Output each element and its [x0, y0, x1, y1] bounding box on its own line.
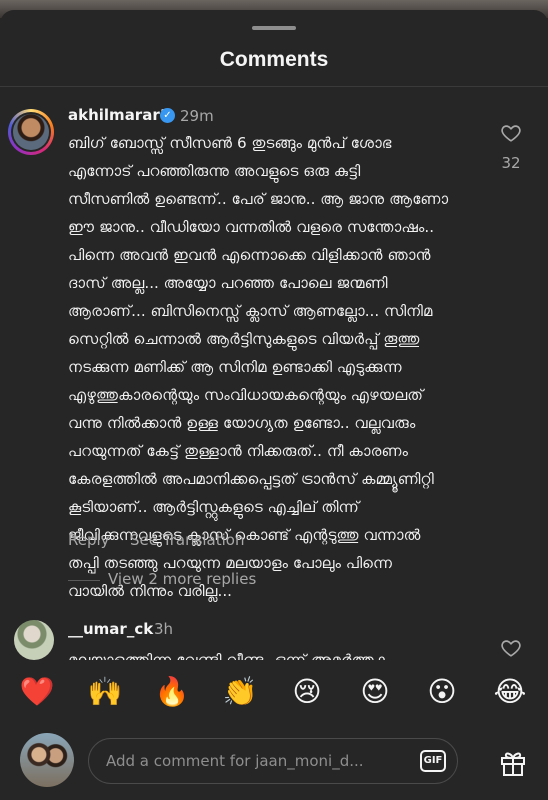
- comment-line: ആരാണ്... ബിസിനെസ്സ് ക്ലാസ് ആണല്ലോ... സിന…: [68, 302, 433, 320]
- comment-username[interactable]: __umar_ck: [68, 620, 153, 638]
- avatar[interactable]: [14, 620, 54, 660]
- reaction-heart-emoji[interactable]: ❤️: [17, 672, 57, 712]
- reaction-crying-emoji[interactable]: 😢: [287, 672, 327, 712]
- comment-line: സെറ്റിൽ ചെന്നാൽ ആർട്ടിസുകളുടെ വിയർപ്പ് ത…: [68, 330, 420, 348]
- comment-input[interactable]: [104, 751, 398, 771]
- avatar[interactable]: [8, 109, 54, 155]
- comment-line: സീസണിൽ ഉണ്ടെന്ന്.. പേര് ജാനു.. ആ ജാനു ആണ…: [68, 190, 449, 208]
- comment-line: എഴുത്തുകാരന്റെയും സംവിധായകന്റെയും എഴയലത്: [68, 386, 424, 404]
- comment-line: നടക്കുന്ന മണിക്ക് ആ സിനിമ ഉണ്ടാക്കി എടുക…: [68, 358, 402, 376]
- comment-line: കൂടിയാണ്.. ആർട്ടിസ്റ്റുകളുടെ എച്ചില് തിന…: [68, 498, 360, 516]
- comment-time: 29m: [180, 107, 214, 125]
- reaction-laughing-emoji[interactable]: 😂: [490, 672, 530, 712]
- reaction-heart-eyes-emoji[interactable]: 😍: [355, 672, 395, 712]
- gift-icon[interactable]: [498, 747, 528, 777]
- verified-badge-icon: ✓: [160, 108, 175, 123]
- comment-input-box[interactable]: GIF: [88, 738, 458, 784]
- reaction-surprised-emoji[interactable]: 😮: [422, 672, 462, 712]
- heart-icon[interactable]: [500, 122, 522, 144]
- avatar-photo: [13, 114, 49, 150]
- comment-line: എന്നോട് പറഞ്ഞിരുന്നു അവളുടെ ഒരു കുട്ടി: [68, 162, 361, 180]
- header-divider: [0, 86, 548, 87]
- comment-text: മലയാളത്തിന്ന വേണ്ടി വീണ്ടും ഒന്ന് അമർത്ത…: [68, 651, 389, 660]
- view-more-replies-button[interactable]: View 2 more replies: [108, 570, 256, 588]
- comment-line: പിന്നെ അവൻ ഇവൻ എന്നൊക്കെ വിളിക്കാൻ ഞാൻ: [68, 246, 431, 264]
- reaction-fire-emoji[interactable]: 🔥: [152, 672, 192, 712]
- see-translation-button[interactable]: See Translation: [130, 531, 244, 549]
- comment-line: ഈ ജാനു.. വീഡിയോ വന്നതിൽ വളരെ സന്തോഷം..: [68, 218, 435, 236]
- gif-button[interactable]: GIF: [420, 750, 446, 772]
- page-title: Comments: [219, 48, 329, 71]
- heart-icon[interactable]: [500, 637, 522, 659]
- comment-line: പറയുന്നത് കേട്ട് തുള്ളാൻ നിക്കരുത്.. നീ …: [68, 442, 408, 460]
- my-avatar: [20, 733, 74, 787]
- reaction-raised-hands-emoji[interactable]: 🙌: [85, 672, 125, 712]
- drag-handle[interactable]: [252, 26, 296, 30]
- comment-line: ദാസ് അല്ല... അയ്യോ പറഞ്ഞ പോലെ ജന്മണി: [68, 274, 388, 292]
- comment-username[interactable]: akhilmarar1: [68, 106, 170, 124]
- comment-line: കേരളത്തിൽ അപമാനിക്കപ്പെട്ടത് ട്രാൻസ് കമ്…: [68, 470, 434, 488]
- reply-button[interactable]: Reply: [68, 531, 110, 549]
- comment-line: വന്നു നിൽക്കാൻ ഉള്ള യോഗ്യത ഉണ്ടോ.. വല്ലവ…: [68, 414, 416, 432]
- reaction-clap-emoji[interactable]: 👏: [220, 672, 260, 712]
- replies-divider: [68, 580, 100, 581]
- comment-line: ബിഗ് ബോസ്സ് സീസൺ 6 തുടങ്ങും മുൻപ് ശോഭ: [68, 134, 392, 152]
- like-count: 32: [501, 154, 521, 172]
- comment-time: 3h: [154, 620, 174, 638]
